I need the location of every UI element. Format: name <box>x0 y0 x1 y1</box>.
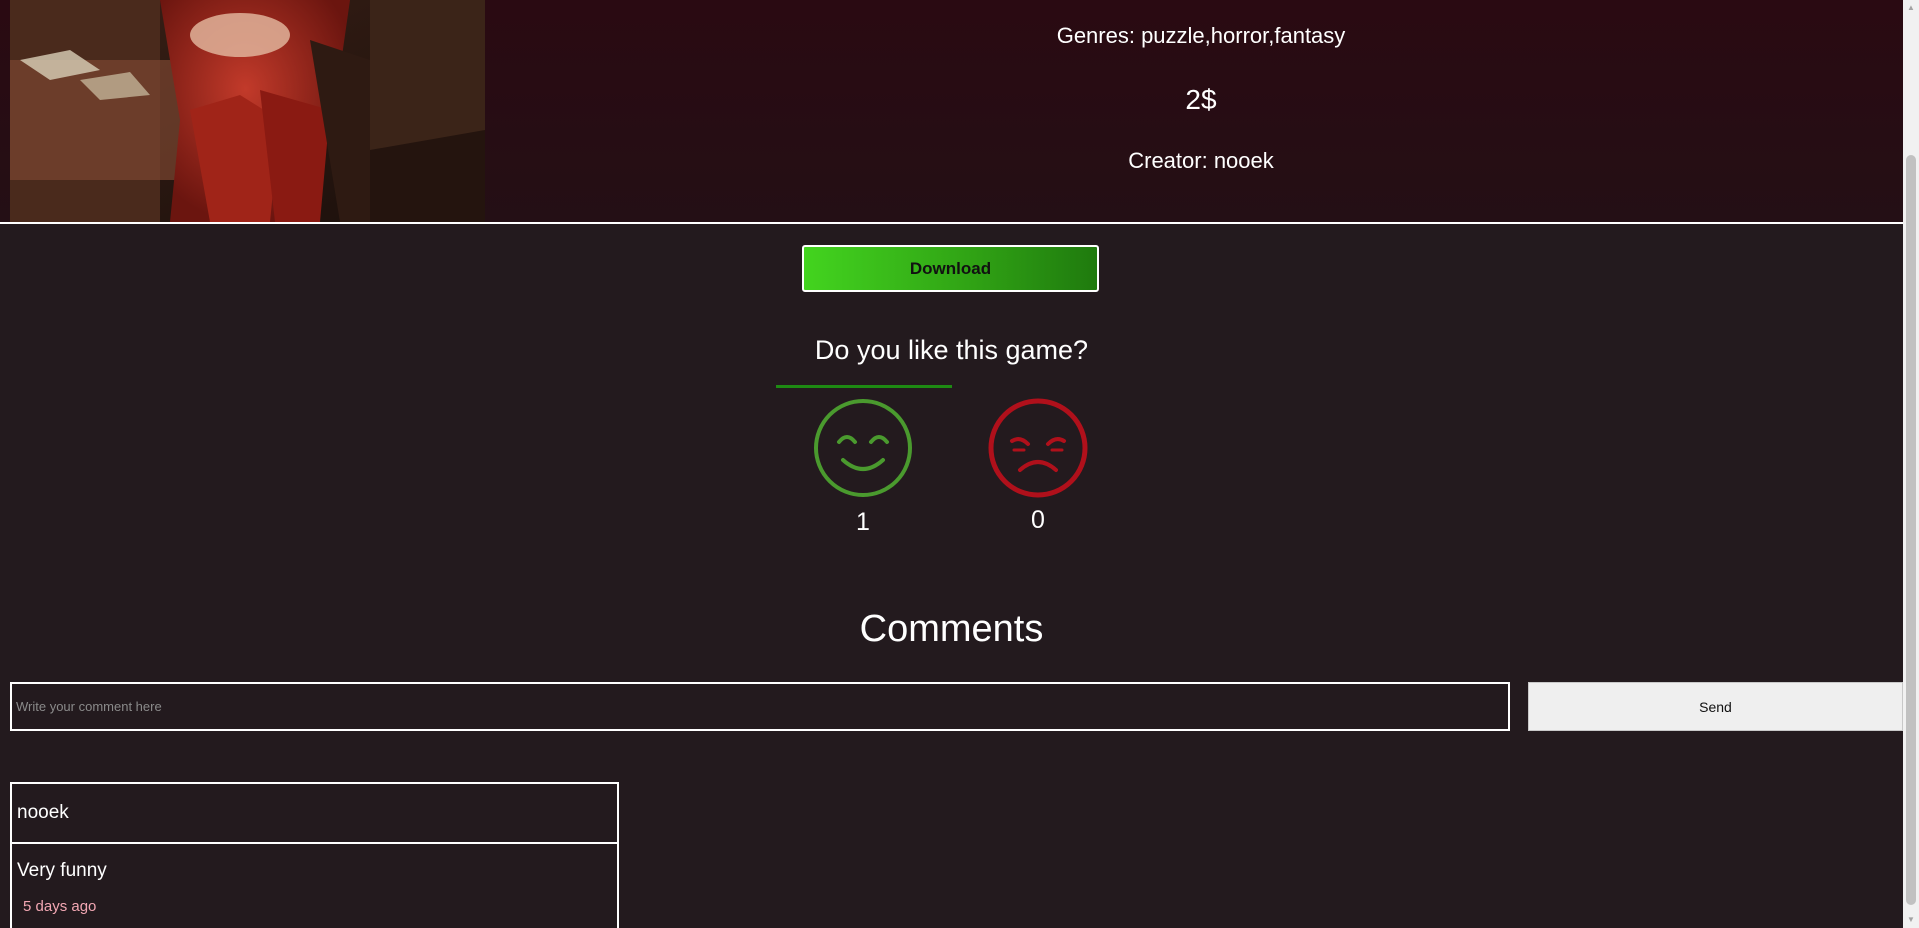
download-button[interactable]: Download <box>802 245 1099 292</box>
rating-question: Do you like this game? <box>814 335 1089 365</box>
like-selected-indicator <box>776 385 952 388</box>
game-page: Genres: puzzle,horror,fantasy 2$ Creator… <box>0 0 1919 928</box>
like-count: 1 <box>856 508 870 536</box>
scroll-up-arrow-icon[interactable]: ▲ <box>1906 2 1916 14</box>
smiley-face-icon[interactable] <box>813 398 913 498</box>
dislike-count: 0 <box>1031 506 1045 534</box>
comment-text: Very funny <box>17 860 107 881</box>
game-price: 2$ <box>1185 84 1217 115</box>
comments-heading: Comments <box>859 608 1044 650</box>
game-cover-image <box>10 0 485 222</box>
comment-timestamp: 5 days ago <box>23 898 97 915</box>
comment-item: nooek Very funny 5 days ago <box>10 782 619 928</box>
game-creator: Creator: nooek <box>1128 148 1274 173</box>
game-header: Genres: puzzle,horror,fantasy 2$ Creator… <box>0 0 1903 224</box>
send-button[interactable]: Send <box>1528 682 1903 731</box>
scrollbar-thumb[interactable] <box>1906 155 1916 905</box>
frowning-face-icon[interactable] <box>988 398 1088 498</box>
comment-input[interactable] <box>10 682 1510 731</box>
comment-author: nooek <box>12 784 617 844</box>
game-genres: Genres: puzzle,horror,fantasy <box>1056 23 1346 48</box>
scroll-down-arrow-icon[interactable]: ▼ <box>1906 914 1916 926</box>
